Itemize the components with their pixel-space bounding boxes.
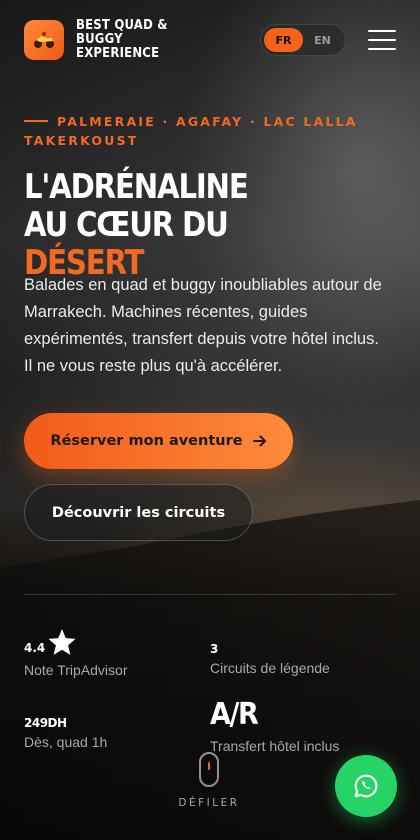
stat-label: Note TripAdvisor [24,662,128,678]
scroll-label: DÉFILER [178,797,240,809]
quad-bike-logo-icon [34,31,54,48]
stat-label: Circuits de légende [210,660,330,676]
stat-transfer: A/R Transfert hôtel inclus [210,697,339,754]
star-icon [48,628,76,655]
book-adventure-button[interactable]: Réserver mon aventure [24,413,293,469]
lang-en-button[interactable]: EN [303,28,342,52]
language-switcher[interactable]: FR EN [260,24,346,56]
whatsapp-icon [354,774,378,798]
stat-rating: 4.4 Note TripAdvisor [24,626,127,678]
stat-value: 4.4 [24,626,127,658]
logo[interactable] [24,20,64,60]
hero-title-line2: AU CŒUR DU [24,205,229,245]
brand-name: BEST QUAD & BUGGY EXPERIENCE [76,18,168,61]
eyebrow-text: PALMERAIE · AGAFAY · LAC LALLA TAKERKOUS… [24,114,358,148]
scroll-indicator[interactable]: DÉFILER [176,752,242,809]
stat-label: Dès, quad 1h [24,734,108,750]
site-header: BEST QUAD & BUGGY EXPERIENCE FR EN [24,18,396,61]
hero-intro: Balades en quad et buggy inoubliables au… [24,276,382,375]
hamburger-menu-icon[interactable] [368,30,396,50]
stat-value: 3 [210,642,219,656]
stats-divider [24,594,396,595]
stat-circuits: 3 Circuits de légende [210,642,330,676]
discover-circuits-label: Découvrir les circuits [51,504,226,521]
book-adventure-label: Réserver mon aventure [50,433,243,449]
hero-eyebrow: PALMERAIE · AGAFAY · LAC LALLA TAKERKOUS… [24,112,374,150]
discover-circuits-button[interactable]: Découvrir les circuits [24,484,253,541]
hero-title: L'ADRÉNALINE AU CŒUR DU DÉSERT [24,168,351,282]
lang-fr-button[interactable]: FR [264,28,303,52]
stat-value: A/R [210,697,259,732]
stat-value: 249DH [24,716,67,730]
arrow-right-icon [252,435,266,447]
hero-title-line1: L'ADRÉNALINE [24,167,249,207]
stat-price: 249DH Dès, quad 1h [24,716,107,750]
whatsapp-button[interactable] [335,755,397,817]
eyebrow-line [24,120,48,122]
mouse-scroll-icon [199,752,219,787]
